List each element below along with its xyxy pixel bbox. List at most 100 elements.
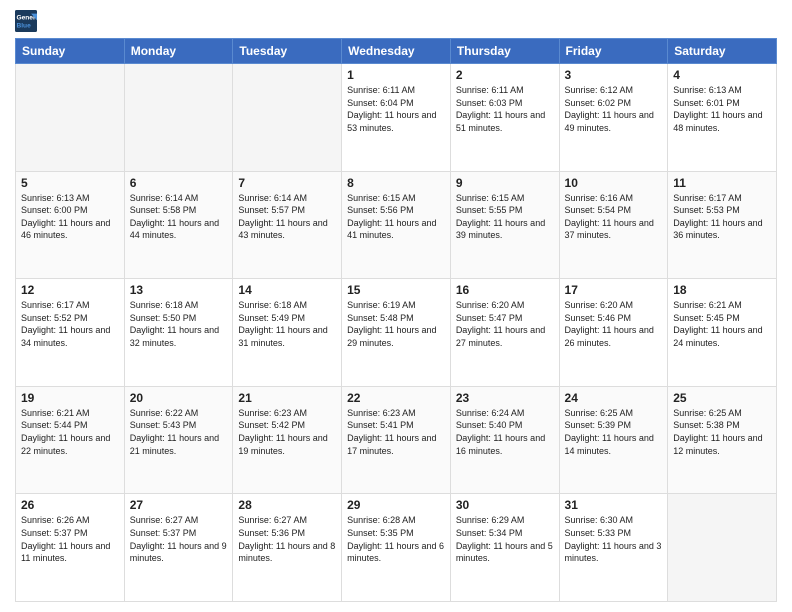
calendar-cell: 13 Sunrise: 6:18 AMSunset: 5:50 PMDayligh… bbox=[124, 279, 233, 387]
calendar-cell bbox=[233, 64, 342, 172]
calendar-cell: 3 Sunrise: 6:12 AMSunset: 6:02 PMDaylight… bbox=[559, 64, 668, 172]
logo-icon: General Blue bbox=[15, 10, 37, 32]
day-number: 30 bbox=[456, 498, 554, 512]
day-info: Sunrise: 6:27 AMSunset: 5:36 PMDaylight:… bbox=[238, 514, 336, 564]
day-header-saturday: Saturday bbox=[668, 39, 777, 64]
day-info: Sunrise: 6:21 AMSunset: 5:45 PMDaylight:… bbox=[673, 299, 771, 349]
day-header-tuesday: Tuesday bbox=[233, 39, 342, 64]
calendar-cell: 9 Sunrise: 6:15 AMSunset: 5:55 PMDaylight… bbox=[450, 171, 559, 279]
day-info: Sunrise: 6:14 AMSunset: 5:57 PMDaylight:… bbox=[238, 192, 336, 242]
week-row-4: 19 Sunrise: 6:21 AMSunset: 5:44 PMDayligh… bbox=[16, 386, 777, 494]
week-row-1: 1 Sunrise: 6:11 AMSunset: 6:04 PMDaylight… bbox=[16, 64, 777, 172]
day-info: Sunrise: 6:16 AMSunset: 5:54 PMDaylight:… bbox=[565, 192, 663, 242]
calendar-cell: 29 Sunrise: 6:28 AMSunset: 5:35 PMDayligh… bbox=[342, 494, 451, 602]
calendar-cell: 15 Sunrise: 6:19 AMSunset: 5:48 PMDayligh… bbox=[342, 279, 451, 387]
day-info: Sunrise: 6:14 AMSunset: 5:58 PMDaylight:… bbox=[130, 192, 228, 242]
calendar-cell: 18 Sunrise: 6:21 AMSunset: 5:45 PMDayligh… bbox=[668, 279, 777, 387]
day-number: 10 bbox=[565, 176, 663, 190]
calendar-cell: 22 Sunrise: 6:23 AMSunset: 5:41 PMDayligh… bbox=[342, 386, 451, 494]
day-number: 11 bbox=[673, 176, 771, 190]
day-number: 22 bbox=[347, 391, 445, 405]
calendar-cell: 23 Sunrise: 6:24 AMSunset: 5:40 PMDayligh… bbox=[450, 386, 559, 494]
calendar-cell: 26 Sunrise: 6:26 AMSunset: 5:37 PMDayligh… bbox=[16, 494, 125, 602]
day-number: 13 bbox=[130, 283, 228, 297]
day-info: Sunrise: 6:30 AMSunset: 5:33 PMDaylight:… bbox=[565, 514, 663, 564]
day-info: Sunrise: 6:23 AMSunset: 5:41 PMDaylight:… bbox=[347, 407, 445, 457]
day-number: 8 bbox=[347, 176, 445, 190]
calendar-cell: 17Sunrise: 6:20 AMSunset: 5:46 PMDayligh… bbox=[559, 279, 668, 387]
calendar-cell: 28Sunrise: 6:27 AMSunset: 5:36 PMDayligh… bbox=[233, 494, 342, 602]
day-header-wednesday: Wednesday bbox=[342, 39, 451, 64]
day-number: 5 bbox=[21, 176, 119, 190]
day-info: Sunrise: 6:22 AMSunset: 5:43 PMDaylight:… bbox=[130, 407, 228, 457]
calendar-cell: 11 Sunrise: 6:17 AMSunset: 5:53 PMDayligh… bbox=[668, 171, 777, 279]
day-number: 6 bbox=[130, 176, 228, 190]
calendar-cell bbox=[668, 494, 777, 602]
day-info: Sunrise: 6:13 AMSunset: 6:01 PMDaylight:… bbox=[673, 84, 771, 134]
calendar-cell: 1 Sunrise: 6:11 AMSunset: 6:04 PMDaylight… bbox=[342, 64, 451, 172]
day-number: 20 bbox=[130, 391, 228, 405]
day-info: Sunrise: 6:27 AMSunset: 5:37 PMDaylight:… bbox=[130, 514, 228, 564]
calendar-page: General Blue SundayMondayTuesdayWednesda… bbox=[0, 0, 792, 612]
day-number: 29 bbox=[347, 498, 445, 512]
day-number: 4 bbox=[673, 68, 771, 82]
day-info: Sunrise: 6:24 AMSunset: 5:40 PMDaylight:… bbox=[456, 407, 554, 457]
day-number: 31 bbox=[565, 498, 663, 512]
day-number: 1 bbox=[347, 68, 445, 82]
day-number: 19 bbox=[21, 391, 119, 405]
calendar-cell: 4 Sunrise: 6:13 AMSunset: 6:01 PMDaylight… bbox=[668, 64, 777, 172]
calendar-cell: 14Sunrise: 6:18 AMSunset: 5:49 PMDayligh… bbox=[233, 279, 342, 387]
day-info: Sunrise: 6:17 AMSunset: 5:53 PMDaylight:… bbox=[673, 192, 771, 242]
week-row-5: 26 Sunrise: 6:26 AMSunset: 5:37 PMDayligh… bbox=[16, 494, 777, 602]
svg-text:Blue: Blue bbox=[16, 23, 31, 30]
day-number: 18 bbox=[673, 283, 771, 297]
day-info: Sunrise: 6:20 AMSunset: 5:46 PMDaylight:… bbox=[565, 299, 663, 349]
calendar-cell: 2 Sunrise: 6:11 AMSunset: 6:03 PMDaylight… bbox=[450, 64, 559, 172]
header: General Blue bbox=[15, 10, 777, 32]
day-info: Sunrise: 6:28 AMSunset: 5:35 PMDaylight:… bbox=[347, 514, 445, 564]
week-row-3: 12Sunrise: 6:17 AMSunset: 5:52 PMDayligh… bbox=[16, 279, 777, 387]
day-number: 7 bbox=[238, 176, 336, 190]
calendar-cell bbox=[16, 64, 125, 172]
day-number: 15 bbox=[347, 283, 445, 297]
day-number: 25 bbox=[673, 391, 771, 405]
week-row-2: 5 Sunrise: 6:13 AMSunset: 6:00 PMDaylight… bbox=[16, 171, 777, 279]
day-info: Sunrise: 6:20 AMSunset: 5:47 PMDaylight:… bbox=[456, 299, 554, 349]
day-number: 2 bbox=[456, 68, 554, 82]
day-header-friday: Friday bbox=[559, 39, 668, 64]
day-info: Sunrise: 6:21 AMSunset: 5:44 PMDaylight:… bbox=[21, 407, 119, 457]
day-number: 26 bbox=[21, 498, 119, 512]
day-info: Sunrise: 6:11 AMSunset: 6:04 PMDaylight:… bbox=[347, 84, 445, 134]
day-info: Sunrise: 6:12 AMSunset: 6:02 PMDaylight:… bbox=[565, 84, 663, 134]
day-info: Sunrise: 6:13 AMSunset: 6:00 PMDaylight:… bbox=[21, 192, 119, 242]
day-info: Sunrise: 6:17 AMSunset: 5:52 PMDaylight:… bbox=[21, 299, 119, 349]
day-info: Sunrise: 6:29 AMSunset: 5:34 PMDaylight:… bbox=[456, 514, 554, 564]
day-header-sunday: Sunday bbox=[16, 39, 125, 64]
calendar-cell: 21Sunrise: 6:23 AMSunset: 5:42 PMDayligh… bbox=[233, 386, 342, 494]
day-info: Sunrise: 6:19 AMSunset: 5:48 PMDaylight:… bbox=[347, 299, 445, 349]
day-info: Sunrise: 6:18 AMSunset: 5:50 PMDaylight:… bbox=[130, 299, 228, 349]
calendar-cell: 10 Sunrise: 6:16 AMSunset: 5:54 PMDayligh… bbox=[559, 171, 668, 279]
calendar-cell: 31 Sunrise: 6:30 AMSunset: 5:33 PMDayligh… bbox=[559, 494, 668, 602]
day-number: 23 bbox=[456, 391, 554, 405]
logo: General Blue bbox=[15, 10, 41, 32]
calendar-header-row: SundayMondayTuesdayWednesdayThursdayFrid… bbox=[16, 39, 777, 64]
calendar-cell: 24Sunrise: 6:25 AMSunset: 5:39 PMDayligh… bbox=[559, 386, 668, 494]
day-info: Sunrise: 6:25 AMSunset: 5:39 PMDaylight:… bbox=[565, 407, 663, 457]
calendar-cell: 27 Sunrise: 6:27 AMSunset: 5:37 PMDayligh… bbox=[124, 494, 233, 602]
day-number: 3 bbox=[565, 68, 663, 82]
day-info: Sunrise: 6:11 AMSunset: 6:03 PMDaylight:… bbox=[456, 84, 554, 134]
calendar-cell: 16 Sunrise: 6:20 AMSunset: 5:47 PMDayligh… bbox=[450, 279, 559, 387]
calendar-cell bbox=[124, 64, 233, 172]
calendar-cell: 30 Sunrise: 6:29 AMSunset: 5:34 PMDayligh… bbox=[450, 494, 559, 602]
day-number: 27 bbox=[130, 498, 228, 512]
day-header-thursday: Thursday bbox=[450, 39, 559, 64]
day-number: 14 bbox=[238, 283, 336, 297]
calendar-cell: 7 Sunrise: 6:14 AMSunset: 5:57 PMDaylight… bbox=[233, 171, 342, 279]
day-info: Sunrise: 6:15 AMSunset: 5:55 PMDaylight:… bbox=[456, 192, 554, 242]
calendar-cell: 19 Sunrise: 6:21 AMSunset: 5:44 PMDayligh… bbox=[16, 386, 125, 494]
day-number: 21 bbox=[238, 391, 336, 405]
day-number: 16 bbox=[456, 283, 554, 297]
day-number: 9 bbox=[456, 176, 554, 190]
day-info: Sunrise: 6:26 AMSunset: 5:37 PMDaylight:… bbox=[21, 514, 119, 564]
